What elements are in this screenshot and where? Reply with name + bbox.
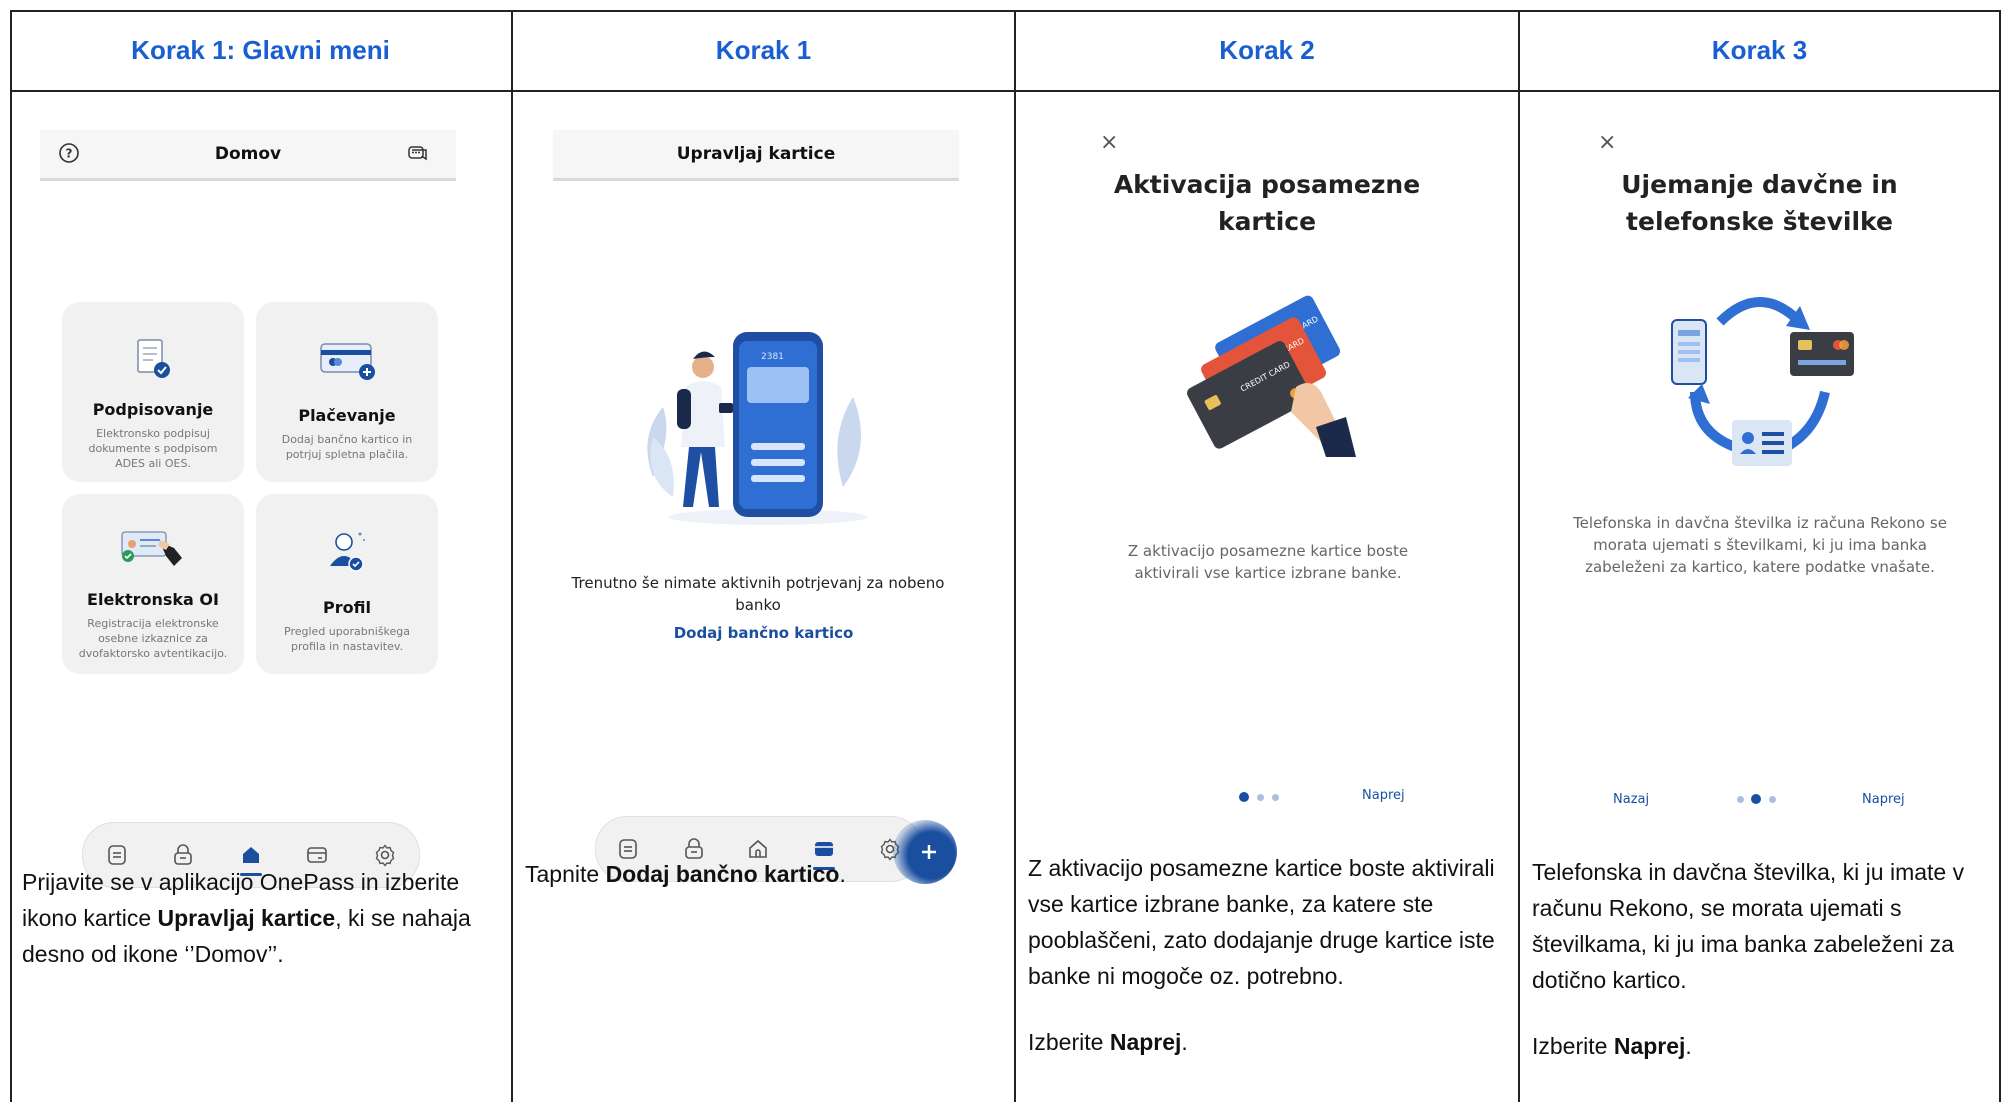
tile-eid[interactable]: Elektronska OI Registracija elektronske … xyxy=(62,494,244,674)
caption-paragraph: Telefonska in davčna številka, ki ju ima… xyxy=(1532,859,1965,993)
profile-icon xyxy=(330,532,365,572)
onboarding-text: Telefonska in davčna številka iz računa … xyxy=(1573,514,1947,576)
back-button[interactable]: Nazaj xyxy=(1613,792,1649,807)
card-add-icon xyxy=(320,343,375,380)
step-header: Korak 1 xyxy=(513,10,1014,92)
next-button[interactable]: Naprej xyxy=(1862,792,1905,807)
pager-dot xyxy=(1272,794,1279,801)
onboarding-title: Aktivacija posamezne kartice xyxy=(1113,170,1421,236)
caption-bold: Naprej xyxy=(1109,1029,1182,1055)
step-column-3: Korak 2 × Aktivacija posamezne kartice C… xyxy=(1016,10,1520,1102)
tile-title: Plačevanje xyxy=(298,406,396,425)
pager-dot-active xyxy=(1751,794,1761,804)
phone-label: 2381 xyxy=(761,352,784,362)
caption-paragraph: Izberite Naprej. xyxy=(1532,1028,1979,1064)
step-column-4: Korak 3 × Ujemanje davčne in telefonske … xyxy=(1520,10,2001,1102)
close-icon[interactable]: × xyxy=(1100,130,1118,155)
caption-text: Tapnite xyxy=(525,861,606,887)
caption-text: . xyxy=(1181,1029,1188,1055)
help-icon[interactable]: ? xyxy=(58,142,80,164)
next-button[interactable]: Naprej xyxy=(1362,788,1405,803)
tile-desc: Pregled uporabniškega profila in nastavi… xyxy=(284,625,410,653)
id-card-hand-icon xyxy=(121,531,182,566)
app-header: Upravljaj kartice xyxy=(553,130,959,181)
chat-icon[interactable] xyxy=(406,142,428,164)
step-caption: Telefonska in davčna številka, ki ju ima… xyxy=(1532,854,1979,1064)
tile-title: Podpisovanje xyxy=(92,400,214,419)
caption-text: Izberite xyxy=(1532,1033,1614,1059)
pager-dot xyxy=(1257,794,1264,801)
step-column-2: Korak 1 Upravljaj kartice 2381 Trenutno … xyxy=(513,10,1016,1102)
tile-desc: Elektronsko podpisuj dokumente s podpiso… xyxy=(88,427,218,470)
person-phone-illustration: 2381 xyxy=(647,332,868,525)
caption-bold: Naprej xyxy=(1613,1033,1686,1059)
caption-bold: Upravljaj kartice xyxy=(157,905,336,931)
tile-title: Profil xyxy=(323,598,371,617)
document-sign-icon xyxy=(137,339,170,378)
app-header: ? Domov xyxy=(40,130,456,181)
tile-profile[interactable]: Profil Pregled uporabniškega profila in … xyxy=(256,494,438,674)
pager-dot-active xyxy=(1239,792,1249,802)
onboarding-title: Ujemanje davčne in telefonske številke xyxy=(1621,170,1898,236)
step-header: Korak 3 xyxy=(1520,10,1999,92)
empty-state-text: Trenutno še nimate aktivnih potrjevanj z… xyxy=(571,574,945,614)
step-header: Korak 2 xyxy=(1016,10,1518,92)
pager-dot xyxy=(1737,796,1744,803)
caption-text: . xyxy=(839,861,846,887)
page-title: Domov xyxy=(214,144,282,164)
step-caption: Z aktivacijo posamezne kartice boste akt… xyxy=(1028,850,1498,1060)
pager-dot xyxy=(1769,796,1776,803)
close-icon[interactable]: × xyxy=(1598,130,1616,155)
tile-payments[interactable]: Plačevanje Dodaj bančno kartico in potrj… xyxy=(256,302,438,482)
step-header: Korak 1: Glavni meni xyxy=(10,10,511,92)
step-caption: Tapnite Dodaj bančno kartico. xyxy=(525,856,994,892)
tile-desc: Dodaj bančno kartico in potrjuj spletna … xyxy=(281,433,413,461)
caption-paragraph: Izberite Naprej. xyxy=(1028,1024,1498,1060)
page-title: Upravljaj kartice xyxy=(676,144,836,164)
caption-text: Izberite xyxy=(1028,1029,1110,1055)
caption-text: . xyxy=(1685,1033,1692,1059)
onboarding-text: Z aktivacijo posamezne kartice boste akt… xyxy=(1127,542,1409,582)
phone-tax-match-illustration xyxy=(1671,297,1854,466)
credit-cards-illustration: CREDIT CARD CREDIT CARD CREDIT CARD xyxy=(1187,295,1356,457)
step-column-1: Korak 1: Glavni meni ? Domov Podpisovanj… xyxy=(10,10,513,1102)
caption-bold: Dodaj bančno kartico xyxy=(605,861,840,887)
caption-paragraph: Z aktivacijo posamezne kartice boste akt… xyxy=(1028,855,1495,989)
tile-title: Elektronska OI xyxy=(87,590,219,609)
svg-text:?: ? xyxy=(66,147,73,161)
tile-signing[interactable]: Podpisovanje Elektronsko podpisuj dokume… xyxy=(62,302,244,482)
step-caption: Prijavite se v aplikacijo OnePass in izb… xyxy=(22,864,491,972)
tile-desc: Registracija elektronske osebne izkaznic… xyxy=(78,617,228,660)
add-card-link[interactable]: Dodaj bančno kartico xyxy=(513,624,1014,642)
